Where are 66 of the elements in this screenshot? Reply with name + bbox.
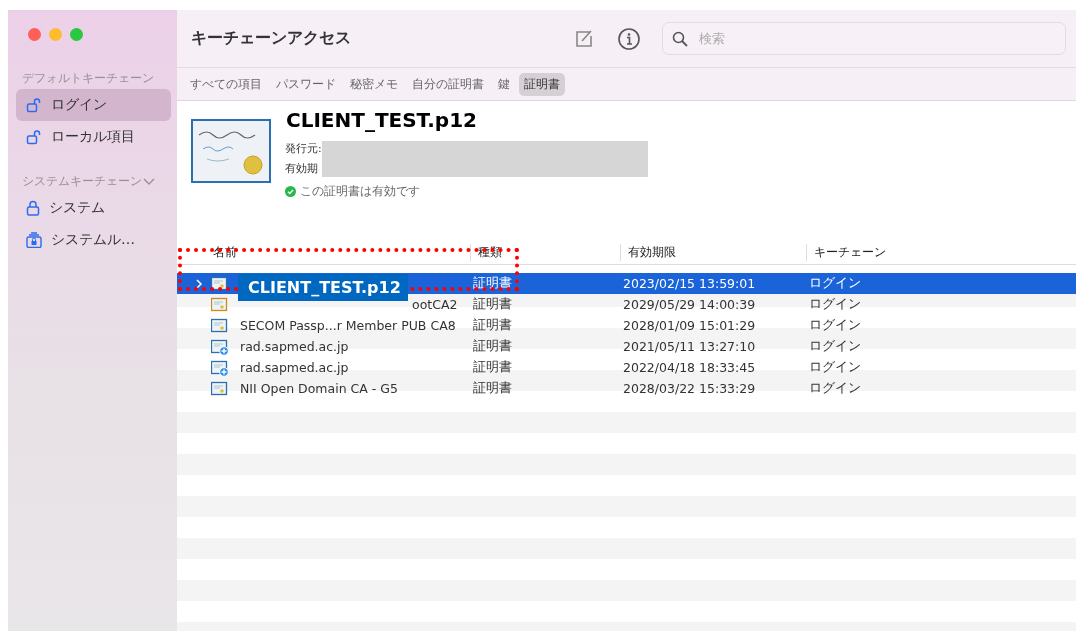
locked-cabinet-icon <box>26 232 42 248</box>
expiry-label: 有効期 <box>285 161 318 176</box>
status-text: この証明書は有効です <box>300 183 420 200</box>
table-cell-text: 証明書 <box>472 380 513 397</box>
table-cell-text: 証明書 <box>472 275 513 292</box>
table-row[interactable]: rad.sapmed.ac.jp 証明書 2022/04/18 18:33:45 ログイン <box>177 357 1076 378</box>
search-icon <box>672 31 688 47</box>
column-header[interactable]: 有効期限 <box>620 244 806 261</box>
table-cell-text: 2029/05/29 14:00:39 <box>622 297 757 312</box>
zoom-button[interactable] <box>70 28 83 41</box>
certificate-icon <box>211 316 229 335</box>
section-heading: システムキーチェーン <box>22 173 142 190</box>
certificate-title: CLIENT_TEST.p12 <box>286 108 477 132</box>
sidebar-item[interactable]: システム <box>16 192 171 224</box>
table-cell-text: 証明書 <box>472 317 513 334</box>
section-heading: デフォルトキーチェーン <box>22 70 154 87</box>
minimize-button[interactable] <box>49 28 62 41</box>
table-cell-text: ログイン <box>808 296 862 313</box>
tab[interactable]: パスワード <box>271 72 341 96</box>
sidebar-item[interactable]: ログイン <box>16 89 171 121</box>
unlocked-padlock-icon <box>26 97 42 113</box>
table-cell-text: ログイン <box>808 380 862 397</box>
table-cell-text: ログイン <box>808 275 862 292</box>
table-cell-text: 証明書 <box>472 296 513 313</box>
table-cell-text: ootCA2 <box>411 297 458 312</box>
table-cell-text: 2021/05/11 13:27:10 <box>622 339 757 354</box>
window-title: キーチェーンアクセス <box>191 28 352 49</box>
search-field[interactable]: 検索 <box>662 22 1066 55</box>
certificate-plus-icon <box>211 337 229 356</box>
certificate-icon <box>211 379 229 398</box>
table-cell-text: ログイン <box>808 359 862 376</box>
certificate-icon <box>211 274 229 293</box>
disclosure-chevron-icon[interactable] <box>195 278 203 289</box>
certificate-icon <box>211 295 229 314</box>
table-cell-text: SECOM Passp...r Member PUB CA8 <box>239 318 456 333</box>
tab[interactable]: 秘密メモ <box>345 72 403 96</box>
issuer-label: 発行元: <box>285 141 322 156</box>
table-cell-text: 2028/03/22 15:33:29 <box>622 381 757 396</box>
table-cell-text: rad.sapmed.ac.jp <box>239 339 349 354</box>
column-header[interactable]: 名前 <box>177 244 470 261</box>
table-cell-text: ログイン <box>808 317 862 334</box>
tab[interactable]: 証明書 <box>519 72 565 96</box>
column-header[interactable]: キーチェーン <box>806 244 916 261</box>
tab[interactable]: 鍵 <box>493 72 515 96</box>
tab[interactable]: 自分の証明書 <box>407 72 489 96</box>
table-cell-text: ログイン <box>808 338 862 355</box>
table-row[interactable]: rad.sapmed.ac.jp 証明書 2021/05/11 13:27:10 ログイン <box>177 336 1076 357</box>
padlock-icon <box>26 200 40 216</box>
table-cell-text: 2022/04/18 18:33:45 <box>622 360 757 375</box>
chevron-icon[interactable] <box>143 176 155 187</box>
table-cell-text: 証明書 <box>472 338 513 355</box>
table-row[interactable]: SECOM Passp...r Member PUB CA8 証明書 2028/01/09 15:01:29 ログイン <box>177 315 1076 336</box>
filename-tooltip: CLIENT_TEST.p12 <box>238 274 408 301</box>
table-cell-text: 証明書 <box>472 359 513 376</box>
table-cell-text: 2023/02/15 13:59:01 <box>622 276 757 291</box>
sidebar-item[interactable]: システムル… <box>16 224 171 256</box>
sidebar-item[interactable]: ローカル項目 <box>16 121 171 153</box>
tab[interactable]: すべての項目 <box>185 72 267 96</box>
unlocked-padlock-icon <box>26 129 42 145</box>
certificate-plus-icon <box>211 358 229 377</box>
close-button[interactable] <box>28 28 41 41</box>
table-cell-text: 2028/01/09 15:01:29 <box>622 318 757 333</box>
info-icon[interactable] <box>617 26 641 51</box>
table-row[interactable]: NII Open Domain CA - G5 証明書 2028/03/22 15:33:29 ログイン <box>177 378 1076 399</box>
table-cell-text: rad.sapmed.ac.jp <box>239 360 349 375</box>
table-cell-text: NII Open Domain CA - G5 <box>239 381 398 396</box>
